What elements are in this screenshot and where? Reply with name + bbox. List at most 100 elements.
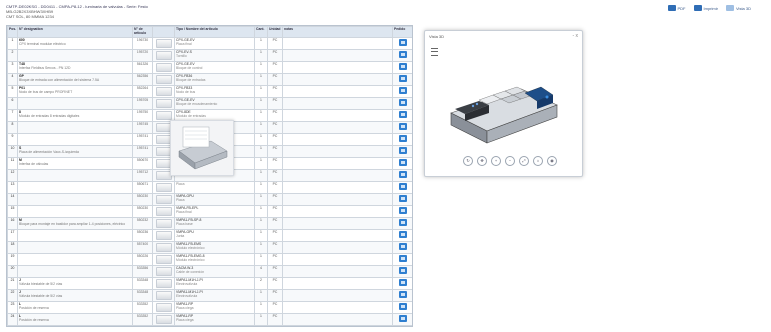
- row-thumbnail[interactable]: [152, 49, 175, 62]
- add-to-cart-icon[interactable]: [398, 243, 407, 250]
- home-icon[interactable]: ⌂: [533, 156, 543, 166]
- table-row[interactable]: 15 550230 VMPA-FB-EPL Placa final 1 PC: [7, 205, 412, 218]
- row-pick[interactable]: [392, 37, 412, 50]
- add-to-cart-icon[interactable]: [398, 51, 407, 58]
- row-pick[interactable]: [392, 61, 412, 74]
- row-notes[interactable]: [282, 97, 393, 110]
- add-to-cart-icon[interactable]: [398, 39, 407, 46]
- part-thumbnail-icon[interactable]: [155, 195, 172, 204]
- view-3d-button[interactable]: Vista 3D: [725, 5, 751, 11]
- table-row[interactable]: 2 195720 CPX-EV-S Tornillo 1 PC: [7, 49, 412, 62]
- table-row[interactable]: 4 GP Bloque de entrada con alimentación de…: [7, 73, 412, 86]
- add-to-cart-icon[interactable]: [398, 87, 407, 94]
- row-notes[interactable]: [282, 193, 393, 206]
- part-thumbnail-icon[interactable]: [155, 255, 172, 264]
- table-row[interactable]: 5 P01 Nodo de bus de campo PROFINET 552264 C…: [7, 85, 412, 98]
- row-pick[interactable]: [392, 277, 412, 290]
- row-notes[interactable]: [282, 277, 393, 290]
- row-notes[interactable]: [282, 313, 393, 326]
- row-thumbnail[interactable]: [152, 181, 175, 194]
- part-thumbnail-icon[interactable]: [155, 303, 172, 312]
- table-row[interactable]: 18 557400 VMPA1-FB-EMS Módulo electrónico 1 P…: [7, 241, 412, 254]
- col-qty[interactable]: Cant.: [254, 26, 268, 38]
- row-pick[interactable]: [392, 301, 412, 314]
- viewer-window-controls[interactable]: - x: [572, 33, 578, 39]
- row-pick[interactable]: [392, 313, 412, 326]
- row-notes[interactable]: [282, 241, 393, 254]
- col-pos[interactable]: Pos.: [7, 26, 18, 38]
- add-to-cart-icon[interactable]: [398, 303, 407, 310]
- row-thumbnail[interactable]: [152, 241, 175, 254]
- row-notes[interactable]: [282, 301, 393, 314]
- part-thumbnail-icon[interactable]: [155, 279, 172, 288]
- row-notes[interactable]: [282, 157, 393, 170]
- part-thumbnail-icon[interactable]: [155, 75, 172, 84]
- valve-terminal-3d-model[interactable]: [449, 69, 559, 151]
- add-to-cart-icon[interactable]: [398, 63, 407, 70]
- part-thumbnail-icon[interactable]: [155, 243, 172, 252]
- row-thumbnail[interactable]: [152, 61, 175, 74]
- row-notes[interactable]: [282, 85, 393, 98]
- table-row[interactable]: 22 J Válvula biestable de 5/2 vías 533348 VM…: [7, 289, 412, 302]
- row-pick[interactable]: [392, 49, 412, 62]
- row-thumbnail[interactable]: [152, 73, 175, 86]
- add-to-cart-icon[interactable]: [398, 123, 407, 130]
- viewer-3d-panel[interactable]: Vista 3D - x ↻ ✥ + − ⤢ ⌂ ◉: [424, 30, 583, 177]
- row-thumbnail[interactable]: [152, 217, 175, 230]
- part-thumbnail-icon[interactable]: [155, 231, 172, 240]
- row-pick[interactable]: [392, 157, 412, 170]
- row-thumbnail[interactable]: [152, 193, 175, 206]
- row-notes[interactable]: [282, 37, 393, 50]
- add-to-cart-icon[interactable]: [398, 99, 407, 106]
- row-notes[interactable]: [282, 205, 393, 218]
- row-notes[interactable]: [282, 265, 393, 278]
- row-pick[interactable]: [392, 109, 412, 122]
- fit-icon[interactable]: ⤢: [519, 156, 529, 166]
- table-row[interactable]: 16 M Bloque para montaje en bastidor para …: [7, 217, 412, 230]
- rotate-icon[interactable]: ↻: [463, 156, 473, 166]
- row-pick[interactable]: [392, 121, 412, 134]
- print-button[interactable]: Imprimir: [693, 5, 718, 11]
- row-thumbnail[interactable]: [152, 37, 175, 50]
- add-to-cart-icon[interactable]: [398, 315, 407, 322]
- row-notes[interactable]: [282, 181, 393, 194]
- row-thumbnail[interactable]: [152, 229, 175, 242]
- add-to-cart-icon[interactable]: [398, 279, 407, 286]
- row-pick[interactable]: [392, 85, 412, 98]
- table-row[interactable]: 13 550671 Placa 1 PC: [7, 181, 412, 194]
- add-to-cart-icon[interactable]: [398, 267, 407, 274]
- add-to-cart-icon[interactable]: [398, 183, 407, 190]
- row-notes[interactable]: [282, 73, 393, 86]
- add-to-cart-icon[interactable]: [398, 219, 407, 226]
- table-row[interactable]: 6 195705 CPX-GE-EV Bloque de encadenamiento…: [7, 97, 412, 110]
- row-pick[interactable]: [392, 265, 412, 278]
- add-to-cart-icon[interactable]: [398, 255, 407, 262]
- add-to-cart-icon[interactable]: [398, 291, 407, 298]
- add-to-cart-icon[interactable]: [398, 111, 407, 118]
- zoom-in-icon[interactable]: +: [491, 156, 501, 166]
- table-row[interactable]: 20 533356 CACM-W-3 Cable de conexión 4 PC: [7, 265, 412, 278]
- table-row[interactable]: 21 J Válvula biestable de 5/2 vías 533348 VM…: [7, 277, 412, 290]
- row-pick[interactable]: [392, 217, 412, 230]
- row-pick[interactable]: [392, 97, 412, 110]
- table-row[interactable]: 23 L Posición de reserva 533352 VMPA1-RP Plac…: [7, 301, 412, 314]
- row-notes[interactable]: [282, 121, 393, 134]
- table-row[interactable]: 3 T48 Interfaz Fieldbus Sercos - PN 12D 561…: [7, 61, 412, 74]
- col-unit[interactable]: Unidad: [267, 26, 283, 38]
- pdf-button[interactable]: PDF: [667, 5, 686, 11]
- row-thumbnail[interactable]: [152, 289, 175, 302]
- part-thumbnail-icon[interactable]: [155, 111, 172, 120]
- row-pick[interactable]: [392, 169, 412, 182]
- row-pick[interactable]: [392, 73, 412, 86]
- row-thumbnail[interactable]: [152, 301, 175, 314]
- row-thumbnail[interactable]: [152, 205, 175, 218]
- row-pick[interactable]: [392, 145, 412, 158]
- row-notes[interactable]: [282, 229, 393, 242]
- add-to-cart-icon[interactable]: [398, 207, 407, 214]
- col-pick[interactable]: Pedido: [392, 26, 412, 38]
- add-to-cart-icon[interactable]: [398, 159, 407, 166]
- part-thumbnail-icon[interactable]: [155, 183, 172, 192]
- row-thumbnail[interactable]: [152, 97, 175, 110]
- part-thumbnail-icon[interactable]: [155, 315, 172, 324]
- table-row[interactable]: 14 550230 VMPA-GPU Placa 1 PC: [7, 193, 412, 206]
